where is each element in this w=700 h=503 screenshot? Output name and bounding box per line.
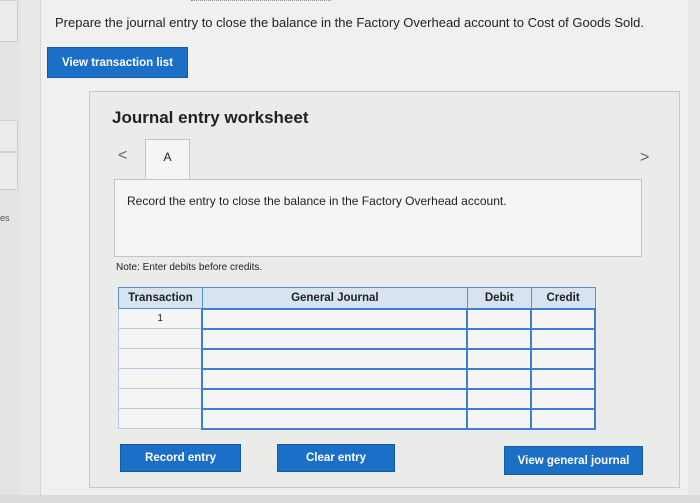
top-divider [191, 0, 331, 2]
bottom-edge [0, 495, 700, 503]
credit-input[interactable] [530, 387, 596, 410]
general-journal-input[interactable] [201, 327, 469, 350]
worksheet-title: Journal entry worksheet [112, 108, 309, 127]
credit-input[interactable] [530, 367, 596, 390]
col-header-credit: Credit [530, 287, 596, 309]
credit-input[interactable] [530, 347, 596, 370]
col-header-transaction: Transaction [118, 287, 203, 309]
table-row [118, 407, 596, 430]
table-row: 1 [118, 307, 596, 330]
clear-entry-button[interactable]: Clear entry [277, 444, 395, 472]
transaction-cell [118, 368, 203, 389]
transaction-cell: 1 [118, 308, 203, 329]
debit-input[interactable] [466, 387, 533, 410]
tab-a-label: A [163, 150, 172, 164]
transaction-cell [118, 388, 203, 409]
left-panel-box [0, 120, 18, 152]
transaction-cell [118, 348, 203, 369]
general-journal-input[interactable] [201, 307, 469, 330]
debit-input[interactable] [466, 327, 533, 350]
debit-input[interactable] [466, 367, 533, 390]
left-panel-edge: es [0, 0, 20, 503]
general-journal-input[interactable] [201, 347, 469, 370]
general-journal-input[interactable] [201, 407, 469, 430]
question-text: Prepare the journal entry to close the b… [55, 15, 644, 30]
chevron-right-icon[interactable]: > [640, 149, 649, 167]
table-row [118, 367, 596, 390]
transaction-cell [118, 408, 203, 429]
tab-a[interactable]: A [145, 139, 190, 179]
journal-table-header: Transaction General Journal Debit Credit [118, 287, 596, 309]
journal-table: Transaction General Journal Debit Credit… [118, 287, 596, 430]
table-row [118, 327, 596, 350]
table-row [118, 387, 596, 410]
col-header-general-journal: General Journal [201, 287, 468, 309]
instruction-text: Record the entry to close the balance in… [127, 194, 507, 208]
debit-input[interactable] [466, 347, 533, 370]
debit-input[interactable] [466, 407, 533, 430]
left-panel-box [0, 152, 18, 190]
view-transaction-list-button[interactable]: View transaction list [47, 47, 188, 78]
table-row [118, 347, 596, 370]
instruction-box: Record the entry to close the balance in… [114, 179, 642, 257]
left-panel-text: es [0, 213, 10, 223]
left-panel-box [0, 0, 18, 42]
transaction-cell [118, 328, 203, 349]
col-header-debit: Debit [466, 287, 532, 309]
credit-input[interactable] [530, 407, 596, 430]
general-journal-input[interactable] [201, 387, 469, 410]
view-general-journal-button[interactable]: View general journal [504, 446, 643, 475]
question-page: Prepare the journal entry to close the b… [40, 0, 688, 503]
credit-input[interactable] [530, 327, 596, 350]
credit-input[interactable] [530, 307, 596, 330]
general-journal-input[interactable] [201, 367, 469, 390]
note-text: Note: Enter debits before credits. [116, 262, 263, 273]
chevron-left-icon[interactable]: < [118, 147, 127, 165]
record-entry-button[interactable]: Record entry [120, 444, 241, 472]
journal-entry-worksheet: Journal entry worksheet < A > Record the… [89, 91, 680, 488]
debit-input[interactable] [466, 307, 533, 330]
